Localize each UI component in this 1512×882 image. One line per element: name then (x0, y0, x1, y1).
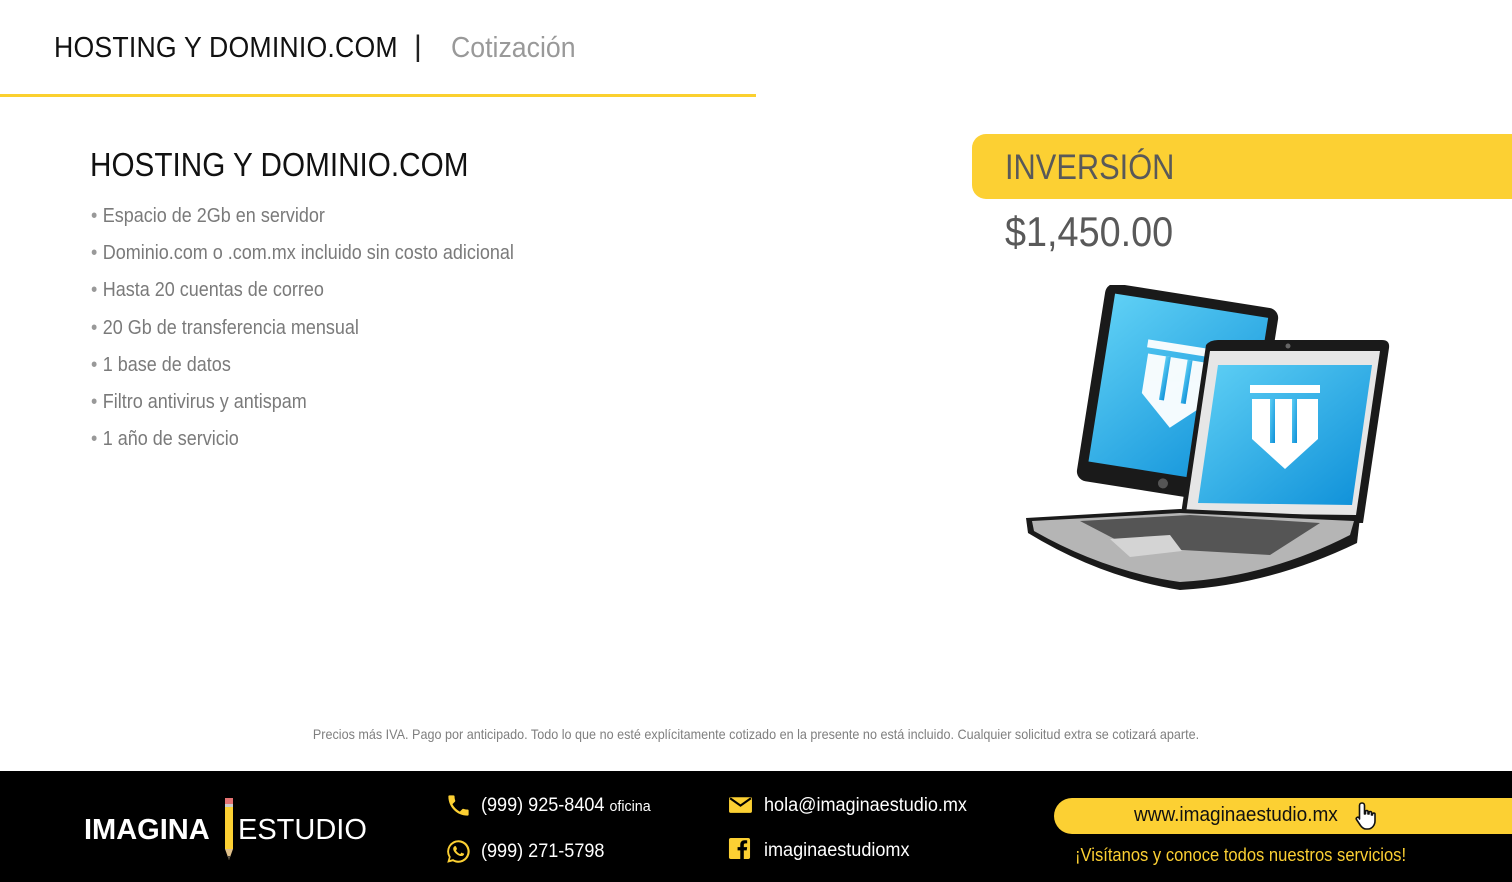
header-title: HOSTING Y DOMINIO.COM (54, 32, 398, 64)
feature-item: • 20 Gb de transferencia mensual (91, 316, 359, 339)
pointer-hand-icon (1355, 802, 1376, 830)
envelope-icon (729, 797, 752, 813)
header-subtitle: Cotización (451, 32, 576, 64)
price-disclaimer: Precios más IVA. Pago por anticipado. To… (312, 726, 1200, 742)
product-title: HOSTING Y DOMINIO.COM (90, 146, 469, 183)
logo-text-estudio: ESTUDIO (238, 814, 367, 846)
feature-item: • Dominio.com o .com.mx incluido sin cost… (91, 242, 514, 265)
feature-list: • Espacio de 2Gb en servidor • Dominio.com… (91, 200, 561, 460)
facebook-icon (728, 837, 751, 860)
feature-item: • Hasta 20 cuentas de correo (91, 279, 324, 302)
whatsapp-icon (447, 840, 470, 863)
header-underline (0, 94, 756, 97)
investment-label: INVERSIÓN (1005, 148, 1175, 187)
website-tagline: ¡Visítanos y conoce todos nuestros servi… (1075, 845, 1407, 865)
feature-item: • Espacio de 2Gb en servidor (91, 205, 325, 227)
website-url: www.imaginaestudio.mx (1134, 804, 1338, 826)
page-header: HOSTING Y DOMINIO.COM | Cotización (0, 0, 760, 98)
feature-item: • Filtro antivirus y antispam (91, 390, 307, 413)
website-link[interactable]: www.imaginaestudio.mx (1054, 798, 1512, 834)
price-value: $1,450.00 (1005, 208, 1174, 255)
phone-icon (448, 795, 469, 816)
tablet-laptop-illustration (1026, 285, 1390, 590)
pencil-icon (225, 798, 233, 860)
logo-text-imagina: IMAGINA (84, 814, 210, 846)
feature-item: • 1 año de servicio (91, 428, 239, 451)
feature-item: • 1 base de datos (91, 353, 231, 376)
footer: IMAGINA ESTUDIO (999) 925-8404 oficina (… (0, 771, 1512, 882)
header-separator: | (414, 30, 422, 63)
